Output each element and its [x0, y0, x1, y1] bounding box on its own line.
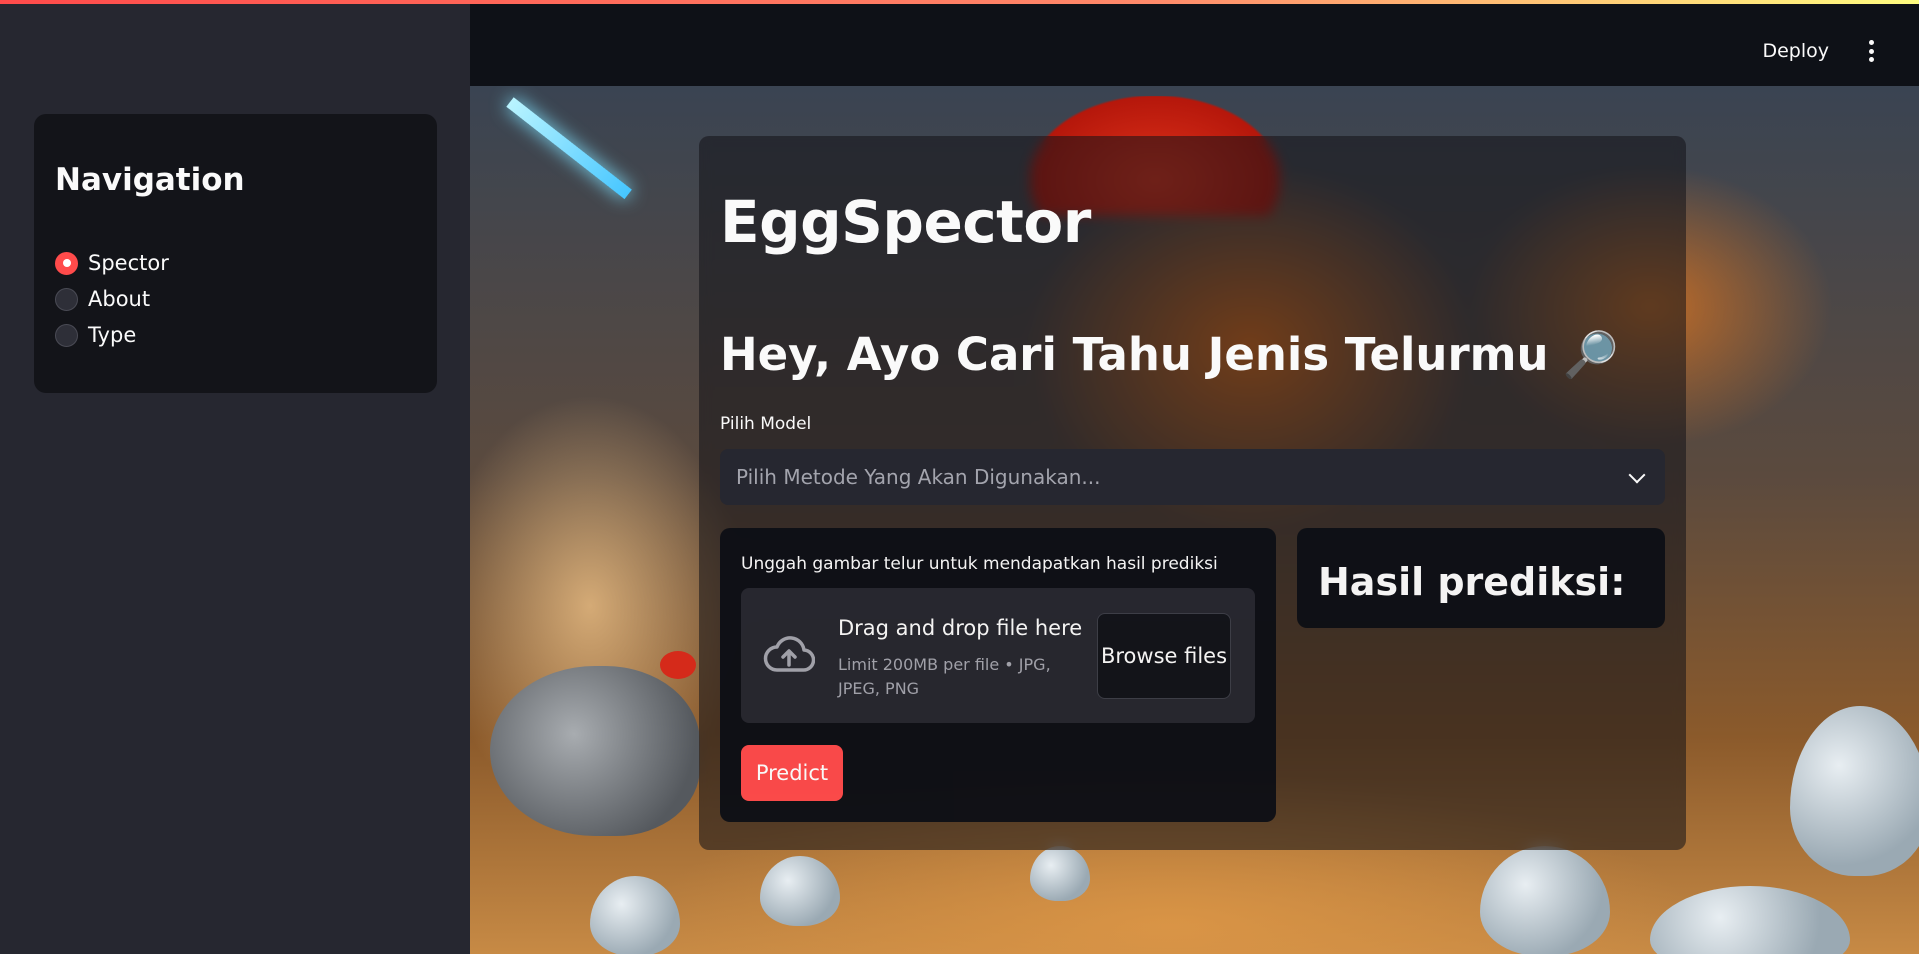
dropzone-title: Drag and drop file here	[838, 616, 1083, 640]
model-select-placeholder: Pilih Metode Yang Akan Digunakan...	[736, 465, 1101, 489]
app-header: Deploy	[470, 0, 1919, 86]
predict-button[interactable]: Predict	[741, 745, 843, 801]
lightning-bolt-decoration	[506, 97, 632, 200]
result-card: Hasil prediksi:	[1297, 528, 1665, 628]
navigation-card: Navigation Spector About Type	[34, 114, 437, 393]
file-dropzone[interactable]: Drag and drop file here Limit 200MB per …	[741, 588, 1255, 723]
top-decoration-line	[0, 0, 1919, 4]
radio-selected-icon[interactable]	[55, 251, 78, 275]
magnifier-icon: 🔎	[1562, 328, 1619, 381]
egg-decoration	[1790, 706, 1919, 876]
dropzone-limit-text: Limit 200MB per file • JPG, JPEG, PNG	[838, 655, 1051, 698]
egg-decoration	[760, 856, 840, 926]
nav-radio-label: Spector	[88, 251, 169, 275]
sidebar: Navigation Spector About Type	[0, 0, 470, 954]
hen-decoration	[490, 666, 700, 836]
egg-decoration	[1650, 886, 1850, 954]
nav-radio-label: Type	[88, 323, 137, 347]
nav-radio-spector[interactable]: Spector	[55, 248, 169, 278]
hen-comb-decoration	[660, 651, 696, 679]
nav-radio-type[interactable]: Type	[55, 320, 136, 350]
egg-decoration	[1030, 846, 1090, 901]
result-title: Hasil prediksi:	[1318, 560, 1626, 604]
model-select-label: Pilih Model	[720, 414, 812, 434]
subtitle-text: Hey, Ayo Cari Tahu Jenis Telurmu	[720, 328, 1549, 381]
egg-decoration	[590, 876, 680, 954]
cloud-upload-icon	[763, 636, 815, 672]
nav-radio-about[interactable]: About	[55, 284, 150, 314]
upload-card: Unggah gambar telur untuk mendapatkan ha…	[720, 528, 1276, 822]
chevron-down-icon	[1628, 466, 1646, 484]
page-subtitle: Hey, Ayo Cari Tahu Jenis Telurmu 🔎	[720, 328, 1619, 381]
browse-files-button[interactable]: Browse files	[1097, 613, 1231, 699]
deploy-button[interactable]: Deploy	[1762, 40, 1829, 62]
radio-unselected-icon[interactable]	[55, 323, 78, 347]
model-select[interactable]: Pilih Metode Yang Akan Digunakan...	[720, 449, 1665, 505]
navigation-title: Navigation	[55, 162, 245, 198]
upload-label: Unggah gambar telur untuk mendapatkan ha…	[741, 554, 1218, 574]
kebab-menu-icon[interactable]	[1863, 40, 1879, 62]
page-title: EggSpector	[720, 188, 1091, 256]
main-content-card: EggSpector Hey, Ayo Cari Tahu Jenis Telu…	[699, 136, 1686, 850]
egg-decoration	[1480, 846, 1610, 954]
nav-radio-label: About	[88, 287, 151, 311]
radio-unselected-icon[interactable]	[55, 287, 78, 311]
